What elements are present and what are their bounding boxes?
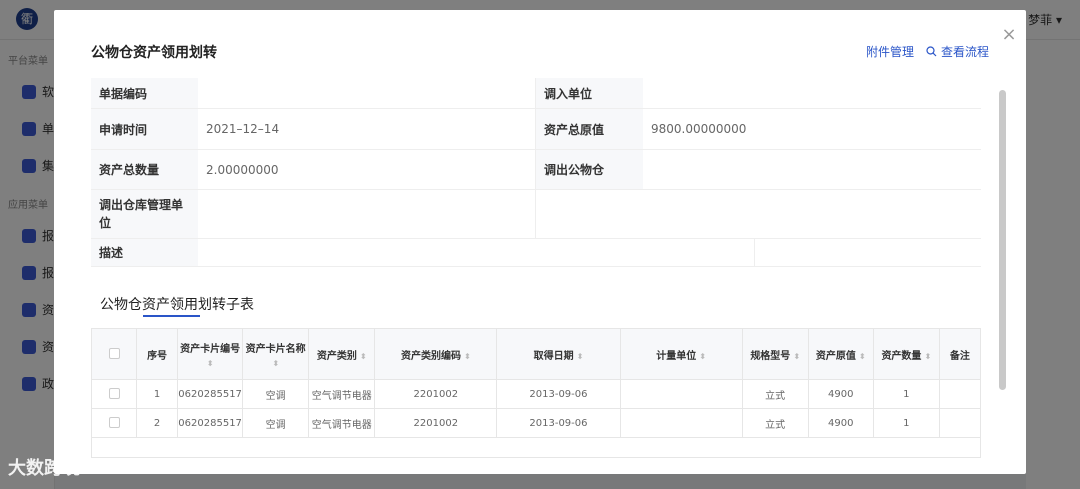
table-cell: 立式 [741,408,809,438]
field-label: 调出公物仓 [536,150,643,189]
table-header-row: 序号 资产卡片编号 ⬍ 资产卡片名称 ⬍ 资产类别 ⬍ 资产类别编码 ⬍ 取得日期 ⬍ 计… [91,328,981,380]
checkbox-icon [108,417,120,429]
col-header[interactable]: 资产卡片名称 ⬍ [242,328,310,380]
col-header[interactable]: 计量单位 ⬍ [619,328,743,380]
table-cell: 1 [136,379,179,409]
col-header[interactable]: 资产原值 ⬍ [807,328,874,380]
table-cell [619,408,743,438]
col-header[interactable]: 资产卡片编号 ⬍ [177,328,244,380]
out-warehouse-field[interactable] [643,150,981,189]
field-label: 调出仓库管理单位 [91,190,198,238]
table-cell [938,408,981,438]
watermark-logo: 大数跨境 [8,458,80,479]
col-header[interactable]: 取得日期 ⬍ [496,328,621,380]
desc-field[interactable] [198,239,755,266]
close-icon[interactable]: × [1000,26,1018,44]
table-cell: 1 [872,379,940,409]
col-header: 序号 [136,328,179,380]
row-checkbox[interactable] [91,408,138,438]
checkbox-icon [108,388,120,400]
col-header: 备注 [938,328,981,380]
apply-time-field[interactable]: 2021–12–14 [198,109,536,149]
modal-body: 单据编码 调入单位 申请时间 2021–12–14 资产总原值 9800.000… [91,78,981,474]
table-cell: 2 [136,408,179,438]
modal-dialog: 公物仓资产领用划转 附件管理 查看流程 × 单据编码 调入单位 申请时间 202… [54,10,1026,474]
table-cell: 2201002 [374,379,498,409]
field-label: 资产总原值 [536,109,643,149]
select-all-checkbox[interactable] [91,328,138,380]
table-cell: 4900 [807,379,874,409]
modal-actions: 附件管理 查看流程 [866,43,989,60]
sort-icon[interactable]: ⬍ [244,359,308,368]
view-flow-link[interactable]: 查看流程 [926,43,989,60]
table-cell: 立式 [741,379,809,409]
col-header[interactable]: 资产类别编码 ⬍ [374,328,498,380]
search-icon [926,46,937,57]
form-row: 申请时间 2021–12–14 资产总原值 9800.00000000 [91,109,981,150]
sort-icon[interactable]: ⬍ [924,352,931,361]
sort-icon[interactable]: ⬍ [793,352,800,361]
table-cell [619,379,743,409]
sort-icon[interactable]: ⬍ [464,352,471,361]
empty-cell [536,190,981,238]
col-header[interactable]: 资产数量 ⬍ [872,328,940,380]
table-cell: 空气调节电器 [308,379,376,409]
subtable-title: 公物仓资产领用划转子表 [100,297,254,313]
table-cell: 0620285517 [177,408,244,438]
out-mgmt-field[interactable] [198,190,536,238]
col-header[interactable]: 资产类别 ⬍ [308,328,376,380]
table-row-empty [91,437,981,458]
sort-icon[interactable]: ⬍ [699,352,706,361]
table-row[interactable]: 2 0620285517 空调 空气调节电器 2201002 2013-09-0… [91,408,981,438]
form-row: 资产总数量 2.00000000 调出公物仓 [91,150,981,190]
subtable-title-underline [143,315,200,317]
table-cell: 空调 [242,379,310,409]
form-row: 描述 [91,239,981,267]
subtable: 序号 资产卡片编号 ⬍ 资产卡片名称 ⬍ 资产类别 ⬍ 资产类别编码 ⬍ 取得日期 ⬍ 计… [91,328,981,458]
table-cell: 空气调节电器 [308,408,376,438]
total-qty-field[interactable]: 2.00000000 [198,150,536,189]
in-unit-field[interactable] [643,78,981,108]
form-row: 单据编码 调入单位 [91,78,981,109]
field-label: 资产总数量 [91,150,198,189]
empty-cell [755,239,981,266]
table-cell [938,379,981,409]
table-cell: 1 [872,408,940,438]
vertical-scrollbar[interactable] [999,90,1006,390]
table-cell: 2013-09-06 [496,379,621,409]
table-cell: 2013-09-06 [496,408,621,438]
row-checkbox[interactable] [91,379,138,409]
modal-title: 公物仓资产领用划转 [91,45,217,61]
table-cell: 4900 [807,408,874,438]
sort-icon[interactable]: ⬍ [577,352,584,361]
attachments-link[interactable]: 附件管理 [866,43,914,60]
header-form: 单据编码 调入单位 申请时间 2021–12–14 资产总原值 9800.000… [91,78,981,267]
table-cell: 空调 [242,408,310,438]
field-label: 调入单位 [536,78,643,108]
doc-no-field[interactable] [198,78,536,108]
sort-icon[interactable]: ⬍ [179,359,242,368]
table-row[interactable]: 1 0620285517 空调 空气调节电器 2201002 2013-09-0… [91,379,981,409]
table-cell: 2201002 [374,408,498,438]
empty-row [91,437,981,458]
sort-icon[interactable]: ⬍ [859,352,866,361]
field-label: 单据编码 [91,78,198,108]
form-row: 调出仓库管理单位 [91,190,981,239]
checkbox-icon [108,348,120,360]
col-header[interactable]: 规格型号 ⬍ [741,328,809,380]
sort-icon[interactable]: ⬍ [360,352,367,361]
field-label: 申请时间 [91,109,198,149]
orig-value-field[interactable]: 9800.00000000 [643,109,981,149]
table-cell: 0620285517 [177,379,244,409]
field-label: 描述 [91,239,198,266]
